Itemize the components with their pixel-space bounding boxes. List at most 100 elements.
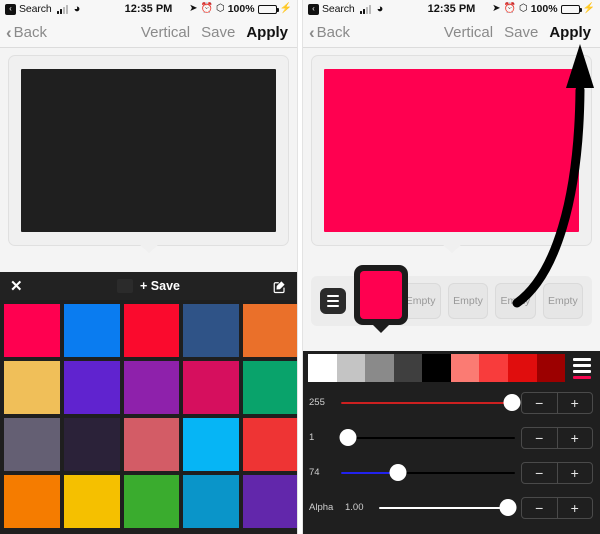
battery-full-icon — [257, 4, 279, 14]
swatch-rose[interactable] — [123, 418, 180, 471]
ramp-stop-7[interactable] — [507, 354, 537, 382]
swatch-emerald[interactable] — [243, 361, 297, 414]
green-slider[interactable] — [339, 429, 515, 447]
status-bar: ‹ Search ◕ 12:35 PM ➤ ⏰ ⬡ 100% ⚡ — [303, 0, 600, 18]
alpha-slider-increment-button[interactable]: + — [556, 497, 593, 518]
ramp-stop-6[interactable] — [479, 354, 508, 382]
blue-slider-label: 74 — [309, 467, 320, 478]
apply-button[interactable]: Apply — [246, 24, 288, 41]
red-slider-row: 255 − + — [303, 385, 600, 420]
blue-slider-decrement-button[interactable]: − — [522, 463, 557, 483]
lightning-bolt-icon: ⚡ — [279, 3, 292, 14]
red-slider[interactable] — [341, 394, 521, 412]
edit-pencil-square-icon[interactable] — [272, 279, 287, 294]
empty-slot[interactable]: Empty — [495, 283, 536, 319]
swatch-red[interactable] — [123, 304, 180, 357]
preview-card — [8, 55, 289, 253]
swatch-slate[interactable] — [4, 418, 60, 471]
swatch-violet[interactable] — [63, 361, 120, 414]
apply-button[interactable]: Apply — [549, 24, 591, 41]
save-button[interactable]: Save — [201, 24, 235, 41]
alpha-slider-decrement-button[interactable]: − — [522, 498, 557, 518]
empty-slot[interactable]: Empty — [447, 283, 489, 319]
slider-rows: 255− +1− +74− + Alpha 1.00− + — [303, 385, 600, 525]
green-slider-row: 1 − + — [303, 420, 600, 455]
green-slider-increment-button[interactable]: + — [556, 427, 593, 448]
swatch-magenta[interactable] — [183, 361, 240, 414]
swatch-azure[interactable] — [63, 304, 120, 357]
red-slider-decrement-button[interactable]: − — [522, 393, 557, 413]
alarm-clock-icon: ⏰ — [503, 3, 516, 14]
swatch-indigo[interactable] — [243, 475, 297, 528]
ramp-stop-8[interactable] — [536, 354, 566, 382]
swatch-purple[interactable] — [123, 361, 180, 414]
green-slider-thumb[interactable] — [339, 429, 357, 446]
alpha-slider-thumb[interactable] — [499, 499, 517, 516]
back-button-label: Back — [13, 24, 48, 41]
swatch-crimson[interactable] — [4, 304, 60, 357]
ramp-stop-4[interactable] — [422, 354, 451, 382]
save-button[interactable]: Save — [504, 24, 538, 41]
green-slider-track — [341, 436, 515, 439]
battery-full-icon — [560, 4, 582, 14]
location-arrow-icon: ➤ — [492, 3, 501, 14]
wallpaper-preview[interactable] — [21, 69, 276, 232]
ramp-stop-2[interactable] — [365, 354, 394, 382]
blue-slider[interactable] — [341, 464, 515, 482]
alpha-slider-fill — [379, 506, 509, 509]
alarm-clock-icon: ⏰ — [200, 3, 213, 14]
navigation-actions: Vertical Save Apply — [444, 24, 591, 41]
color-slider-panel: 255− +1− +74− + Alpha 1.00− + — [303, 351, 600, 534]
green-slider-stepper: − + — [521, 426, 593, 449]
navigation-actions: Vertical Save Apply — [141, 24, 288, 41]
swatch-green[interactable] — [123, 475, 180, 528]
swatch-cyan[interactable] — [183, 418, 240, 471]
swatch-sand[interactable] — [4, 361, 60, 414]
red-slider-increment-button[interactable]: + — [556, 392, 593, 413]
orientation-button[interactable]: Vertical — [444, 24, 493, 41]
chevron-left-icon: ‹ — [309, 22, 315, 42]
alpha-slider[interactable] — [379, 499, 517, 517]
ramp-stop-5[interactable] — [450, 354, 480, 382]
swatch-steel-blue[interactable] — [183, 304, 240, 357]
blue-slider-increment-button[interactable]: + — [556, 462, 593, 483]
preview-section — [303, 48, 600, 253]
swatch-orange[interactable] — [243, 304, 297, 357]
swatch-gold[interactable] — [63, 475, 120, 528]
green-slider-decrement-button[interactable]: − — [522, 428, 557, 448]
orientation-button[interactable]: Vertical — [141, 24, 190, 41]
swatch-tomato[interactable] — [243, 418, 297, 471]
empty-slot[interactable]: Empty — [542, 283, 584, 319]
add-save-button[interactable]: + Save — [140, 279, 180, 293]
wallpaper-preview[interactable] — [324, 69, 579, 232]
red-slider-label: 255 — [309, 397, 325, 408]
status-bar: ‹ Search ◕ 12:35 PM ➤ ⏰ ⬡ 100% ⚡ — [0, 0, 297, 18]
green-slider-label: 1 — [309, 432, 315, 443]
swatch-dark-plum[interactable] — [63, 418, 120, 471]
palette-toolbar: ✕ + Save — [0, 272, 297, 300]
ramp-stop-0[interactable] — [308, 354, 337, 382]
selected-color-fill — [360, 271, 402, 319]
back-button[interactable]: ‹ Back — [309, 22, 350, 42]
close-x-icon[interactable]: ✕ — [10, 279, 23, 294]
bluetooth-icon: ⬡ — [518, 3, 528, 14]
selected-color-slot[interactable] — [354, 265, 408, 325]
alpha-slider-row: Alpha 1.00 − + — [303, 490, 600, 525]
blue-slider-row: 74 − + — [303, 455, 600, 490]
color-ramp-row — [303, 351, 600, 385]
back-button[interactable]: ‹ Back — [6, 22, 48, 42]
ramp-stop-3[interactable] — [393, 354, 423, 382]
hamburger-menu-icon[interactable] — [320, 288, 346, 314]
lightning-bolt-icon: ⚡ — [582, 3, 595, 14]
swatch-ocean[interactable] — [183, 475, 240, 528]
color-ramp[interactable] — [308, 354, 566, 382]
chevron-left-icon: ‹ — [6, 22, 12, 42]
palette-list-icon[interactable] — [569, 354, 595, 382]
ramp-stop-1[interactable] — [336, 354, 366, 382]
color-swatch-grid[interactable] — [0, 300, 297, 532]
preview-section — [0, 48, 297, 253]
blue-slider-thumb[interactable] — [389, 464, 407, 481]
swatch-tangerine[interactable] — [4, 475, 60, 528]
red-slider-thumb[interactable] — [503, 394, 521, 411]
red-slider-stepper: − + — [521, 391, 593, 414]
